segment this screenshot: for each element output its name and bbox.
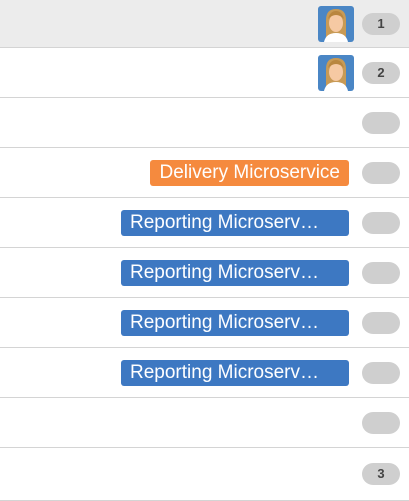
count-badge — [362, 311, 400, 334]
list-row[interactable] — [0, 98, 409, 148]
list-row[interactable]: Reporting Microserv… — [0, 198, 409, 248]
list-row[interactable]: Delivery Microservice — [0, 148, 409, 198]
list-row[interactable]: Reporting Microserv… — [0, 348, 409, 398]
component-tag[interactable]: Reporting Microserv… — [121, 309, 349, 336]
count-badge — [362, 111, 400, 134]
list-row[interactable] — [0, 398, 409, 448]
user-avatar-icon[interactable] — [318, 5, 354, 42]
component-tag[interactable]: Reporting Microserv… — [121, 209, 349, 236]
count-badge — [362, 211, 400, 234]
count-badge: 2 — [362, 61, 400, 84]
issue-list: 1 2 Delivery Microservice Reporting Micr… — [0, 0, 409, 501]
component-tag[interactable]: Delivery Microservice — [150, 159, 349, 186]
count-badge — [362, 361, 400, 384]
count-badge — [362, 161, 400, 184]
count-badge — [362, 261, 400, 284]
component-tag[interactable]: Reporting Microserv… — [121, 259, 349, 286]
list-row[interactable]: 3 — [0, 448, 409, 501]
count-badge — [362, 411, 400, 434]
user-avatar-icon[interactable] — [318, 54, 354, 91]
list-row[interactable]: 2 — [0, 48, 409, 98]
count-badge: 1 — [362, 12, 400, 35]
list-row[interactable]: Reporting Microserv… — [0, 248, 409, 298]
list-row[interactable]: 1 — [0, 0, 409, 48]
list-row[interactable]: Reporting Microserv… — [0, 298, 409, 348]
component-tag[interactable]: Reporting Microserv… — [121, 359, 349, 386]
count-badge: 3 — [362, 463, 400, 485]
